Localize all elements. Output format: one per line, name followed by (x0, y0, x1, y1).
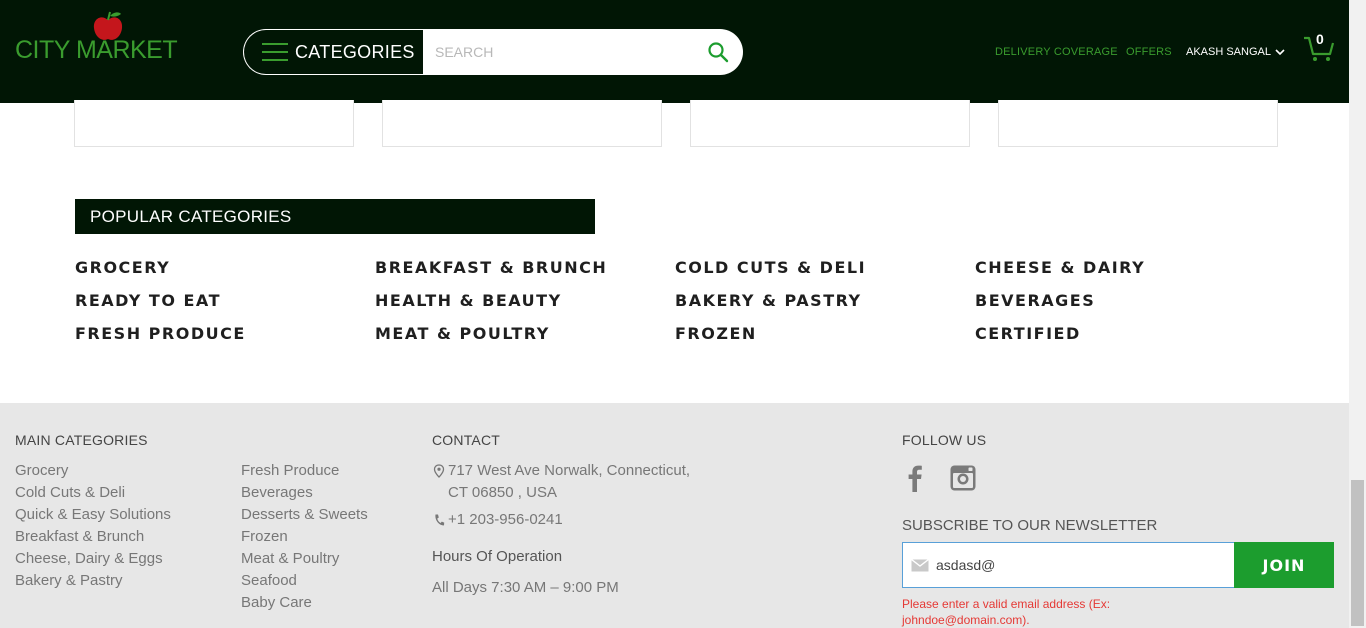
categories-label: CATEGORIES (295, 41, 415, 62)
mail-icon (911, 558, 929, 571)
popular-category-link[interactable]: BREAKFAST & BRUNCH (375, 257, 675, 279)
footer-category-link[interactable]: Baby Care (241, 592, 368, 614)
phone-number[interactable]: +1 203-956-0241 (448, 511, 563, 528)
join-button[interactable]: JOIN (1234, 542, 1334, 588)
search-box (423, 29, 743, 75)
newsletter-email-input[interactable] (936, 551, 1216, 579)
footer-category-link[interactable]: Fresh Produce (241, 460, 368, 482)
address-line-1: 717 West Ave Norwalk, Connecticut, (448, 462, 691, 479)
popular-categories-title: POPULAR CATEGORIES (75, 199, 595, 234)
site-footer: MAIN CATEGORIES Grocery Cold Cuts & Deli… (0, 403, 1349, 628)
delivery-coverage-link[interactable]: DELIVERY COVERAGE (995, 46, 1118, 58)
popular-category-link[interactable]: HEALTH & BEAUTY (375, 290, 675, 312)
popular-categories-grid: GROCERY BREAKFAST & BRUNCH COLD CUTS & D… (75, 257, 1275, 345)
hamburger-icon (262, 43, 288, 61)
footer-category-link[interactable]: Breakfast & Brunch (15, 526, 171, 548)
scrollbar-thumb[interactable] (1351, 480, 1364, 626)
instagram-icon[interactable] (950, 464, 976, 492)
contact-heading: CONTACT (432, 432, 501, 448)
popular-category-link[interactable]: FROZEN (675, 323, 975, 345)
main-categories-heading: MAIN CATEGORIES (15, 432, 148, 448)
footer-category-link[interactable]: Cheese, Dairy & Eggs (15, 548, 171, 570)
footer-category-link[interactable]: Quick & Easy Solutions (15, 504, 171, 526)
footer-category-link[interactable]: Meat & Poultry (241, 548, 368, 570)
main-categories-list-1: Grocery Cold Cuts & Deli Quick & Easy So… (15, 460, 171, 592)
page: CITY MARKET CATEGORIES DELIVERY COVERAGE… (0, 0, 1366, 628)
hours-text: All Days 7:30 AM – 9:00 PM (432, 579, 619, 596)
categories-button[interactable]: CATEGORIES (243, 29, 425, 75)
popular-category-link[interactable]: FRESH PRODUCE (75, 323, 375, 345)
footer-category-link[interactable]: Grocery (15, 460, 171, 482)
footer-category-link[interactable]: Frozen (241, 526, 368, 548)
popular-category-link[interactable]: GROCERY (75, 257, 375, 279)
phone-icon (435, 514, 445, 526)
newsletter-field (902, 542, 1235, 588)
search-input[interactable] (435, 37, 695, 67)
product-card[interactable] (382, 100, 662, 147)
chevron-down-icon (1275, 49, 1285, 56)
logo-text: CITY MARKET (15, 36, 178, 64)
popular-category-link[interactable]: CERTIFIED (975, 323, 1275, 345)
newsletter-heading: SUBSCRIBE TO OUR NEWSLETTER (902, 517, 1158, 534)
main-categories-list-2: Fresh Produce Beverages Desserts & Sweet… (241, 460, 368, 614)
offers-link[interactable]: OFFERS (1126, 46, 1172, 58)
footer-category-link[interactable]: Beverages (241, 482, 368, 504)
popular-category-link[interactable]: COLD CUTS & DELI (675, 257, 975, 279)
popular-category-link[interactable]: CHEESE & DAIRY (975, 257, 1275, 279)
user-name: AKASH SANGAL (1186, 46, 1271, 58)
product-card[interactable] (74, 100, 354, 147)
page-scrollbar[interactable] (1349, 0, 1366, 628)
popular-category-link[interactable]: BEVERAGES (975, 290, 1275, 312)
hours-heading: Hours Of Operation (432, 548, 563, 565)
popular-category-link[interactable]: READY TO EAT (75, 290, 375, 312)
email-error-message: Please enter a valid email address (Ex: … (902, 597, 1111, 627)
follow-us-heading: FOLLOW US (902, 432, 987, 448)
footer-category-link[interactable]: Cold Cuts & Deli (15, 482, 171, 504)
product-card[interactable] (998, 100, 1278, 147)
product-card[interactable] (690, 100, 970, 147)
search-icon[interactable] (707, 41, 729, 63)
popular-category-link[interactable]: BAKERY & PASTRY (675, 290, 975, 312)
address-line-2: CT 06850 , USA (448, 484, 557, 501)
popular-category-link[interactable]: MEAT & POULTRY (375, 323, 675, 345)
location-pin-icon (433, 464, 445, 478)
city-market-logo[interactable]: CITY MARKET (15, 10, 178, 65)
footer-category-link[interactable]: Seafood (241, 570, 368, 592)
cart-count-badge: 0 (1316, 31, 1324, 47)
footer-category-link[interactable]: Desserts & Sweets (241, 504, 368, 526)
top-header: CITY MARKET CATEGORIES DELIVERY COVERAGE… (0, 0, 1349, 103)
footer-category-link[interactable]: Bakery & Pastry (15, 570, 171, 592)
facebook-icon[interactable] (903, 464, 929, 492)
user-menu[interactable]: AKASH SANGAL (1186, 46, 1285, 58)
